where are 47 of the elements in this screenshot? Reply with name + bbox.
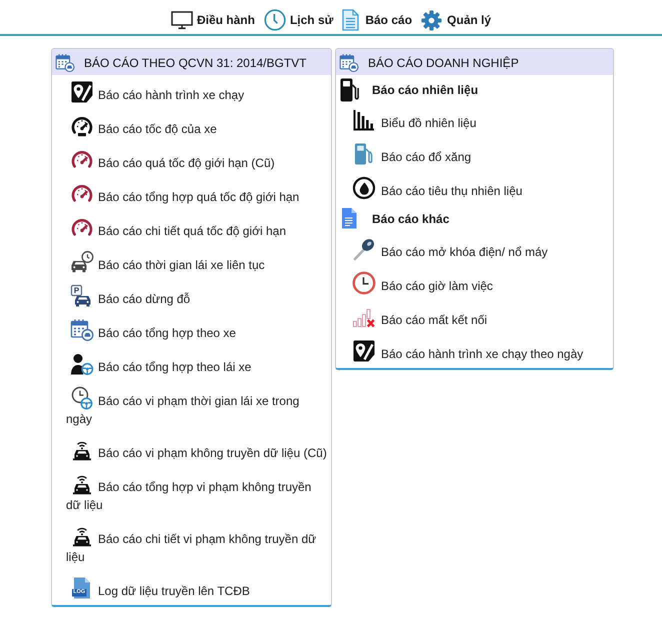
report-link[interactable]: Báo cáo đổ xăng: [336, 137, 613, 171]
report-link[interactable]: Biểu đồ nhiên liệu: [336, 103, 613, 137]
car-clock-icon: [70, 250, 94, 274]
report-link[interactable]: Báo cáo mở khóa điện/ nổ máy: [336, 232, 613, 266]
document-icon: [341, 207, 358, 230]
document-icon: [342, 9, 360, 31]
drop-icon: [352, 176, 376, 200]
settings-icon: [421, 10, 442, 30]
nav-link[interactable]: Quản lý: [421, 10, 492, 30]
clock-steering-wheel-icon: [70, 386, 94, 410]
report-link[interactable]: Báo cáo chi tiết vi phạm không truyền dữ liệu: [52, 519, 331, 571]
report-link[interactable]: Báo cáo tổng hợp quá tốc độ giới hạn: [52, 177, 331, 211]
report-link[interactable]: Báo cáo vi phạm không truyền dữ liệu (Cũ): [52, 433, 331, 467]
calendar-car-icon: [70, 318, 94, 342]
report-link[interactable]: Báo cáo tốc độ của xe: [52, 109, 331, 143]
report-link[interactable]: P Báo cáo dừng đỗ: [52, 279, 331, 313]
panel-title: BÁO CÁO THEO QCVN 31: 2014/BGTVT: [84, 54, 307, 70]
report-link[interactable]: Báo cáo giờ làm việc: [336, 266, 613, 300]
nav-link[interactable]: Lịch sử: [264, 9, 334, 31]
report-link[interactable]: Báo cáo tổng hợp vi phạm không truyền dữ liệu: [52, 467, 331, 519]
speedometer-icon: [70, 114, 94, 138]
key-icon: [352, 237, 376, 261]
panel-title: BÁO CÁO DOANH NGHIỆP: [368, 54, 519, 70]
bar-chart-icon: [352, 108, 376, 132]
calendar-car-icon: [55, 52, 75, 72]
group-heading: Báo cáo nhiên liệu: [372, 82, 478, 98]
report-link[interactable]: Báo cáo thời gian lái xe liên tục: [52, 245, 331, 279]
clock-icon: [352, 271, 376, 295]
driver-icon: [70, 352, 94, 376]
report-link[interactable]: Báo cáo tổng hợp theo lái xe: [52, 347, 331, 381]
map-marker-icon: [70, 80, 94, 104]
report-link[interactable]: Báo cáo mất kết nối: [336, 300, 613, 334]
report-link[interactable]: Báo cáo quá tốc độ giới hạn (Cũ): [52, 143, 331, 177]
nav-link[interactable]: Báo cáo: [342, 9, 412, 31]
report-link[interactable]: Báo cáo tổng hợp theo xe: [52, 313, 331, 347]
calendar-car-icon: [339, 52, 359, 72]
nav-link[interactable]: Điều hành: [170, 10, 255, 30]
map-marker-icon: [352, 339, 376, 363]
clock-icon: [264, 9, 286, 31]
report-link[interactable]: Báo cáo hành trình xe chạy: [52, 75, 331, 109]
report-link[interactable]: Báo cáo tiêu thụ nhiên liệu: [336, 171, 613, 205]
group-heading: Báo cáo khác: [372, 210, 450, 228]
report-link[interactable]: Báo cáo chi tiết quá tốc độ giới hạn: [52, 211, 331, 245]
monitor-icon: [170, 10, 193, 30]
report-link[interactable]: Báo cáo hành trình xe chạy theo ngày: [336, 334, 613, 368]
report-link[interactable]: Báo cáo vi phạm thời gian lái xe trong ngày: [52, 381, 331, 433]
fuel-pump-icon: [339, 76, 359, 102]
